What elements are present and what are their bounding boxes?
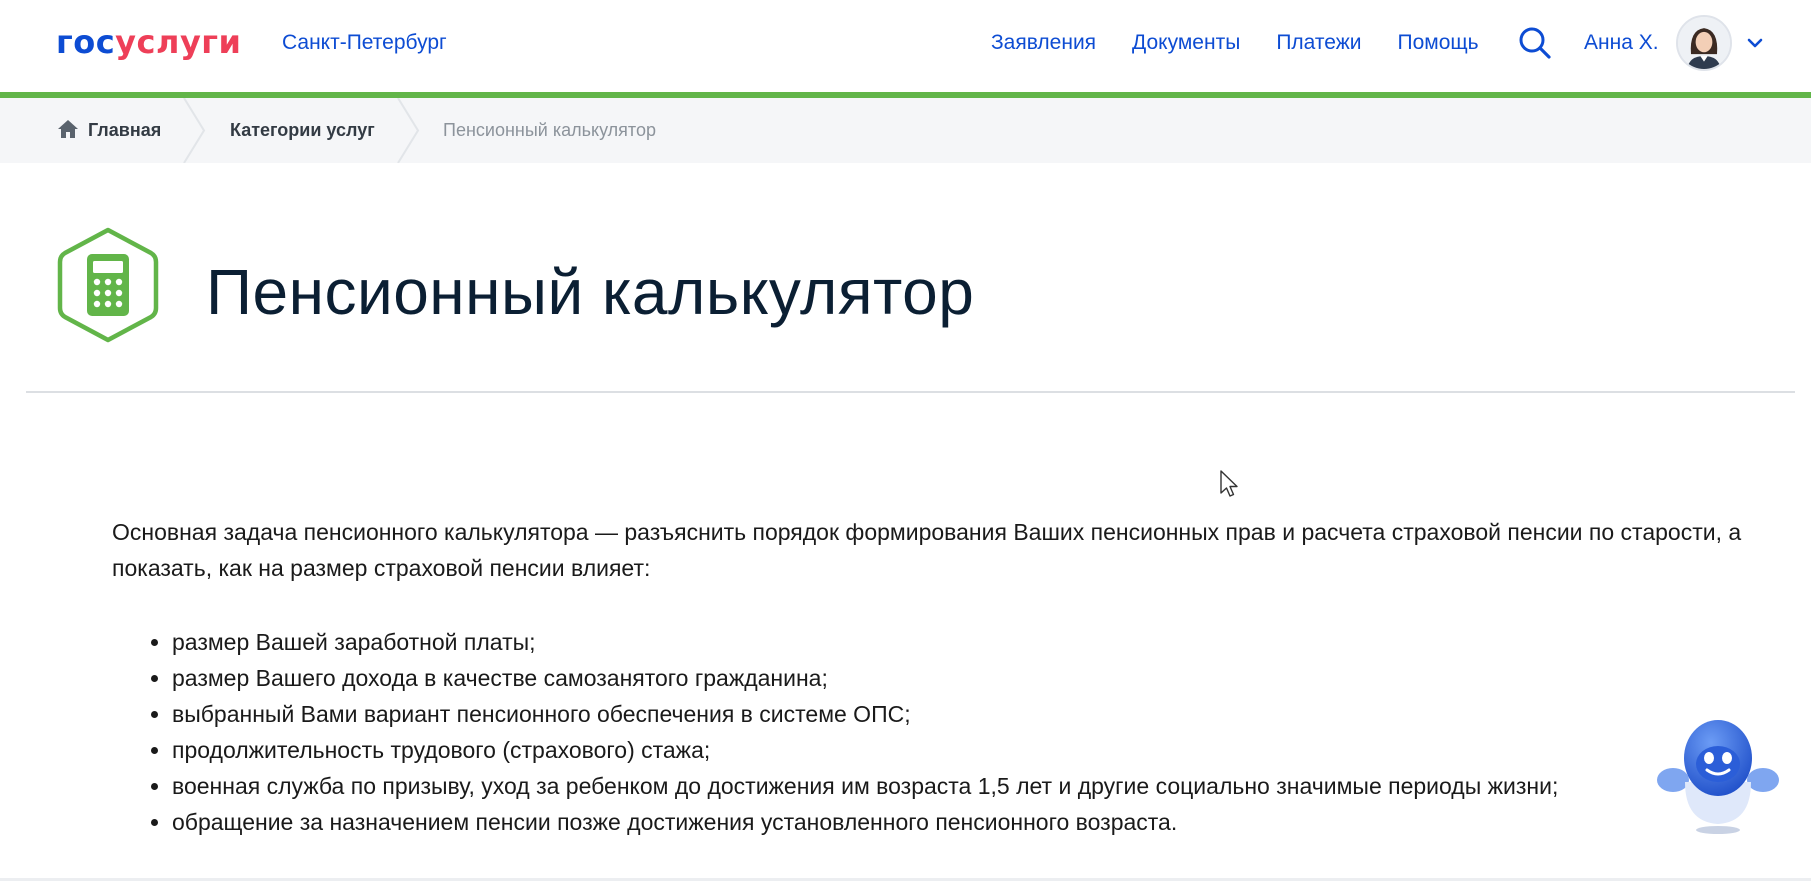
intro-line-1: Основная задача пенсионного калькулятора… bbox=[112, 519, 1742, 545]
user-name[interactable]: Анна Х. bbox=[1584, 29, 1659, 57]
title-divider bbox=[26, 391, 1795, 393]
gosuslugi-logo[interactable]: госуслуги bbox=[56, 22, 241, 62]
breadcrumb: Главная Категории услуг Пенсионный кальк… bbox=[0, 98, 1811, 163]
breadcrumb-categories[interactable]: Категории услуг bbox=[230, 98, 375, 163]
calculator-icon bbox=[57, 227, 159, 343]
search-icon[interactable] bbox=[1518, 26, 1552, 60]
main-nav: Заявления Документы Платежи Помощь bbox=[991, 29, 1479, 57]
list-item: военная служба по призыву, уход за ребен… bbox=[172, 768, 1558, 804]
avatar-icon[interactable] bbox=[1676, 15, 1732, 71]
nav-item-applications[interactable]: Заявления bbox=[991, 29, 1096, 57]
list-item: продолжительность трудового (страхового)… bbox=[172, 732, 1558, 768]
page-title: Пенсионный калькулятор bbox=[206, 256, 975, 328]
intro-line-2: показать, как на размер страховой пенсии… bbox=[112, 555, 651, 581]
logo-part-uslugi: услуги bbox=[115, 23, 242, 61]
list-item: выбранный Вами вариант пенсионного обесп… bbox=[172, 696, 1558, 732]
list-item: обращение за назначением пенсии позже до… bbox=[172, 804, 1558, 840]
list-item: размер Вашей заработной платы; bbox=[172, 624, 1558, 660]
breadcrumb-home[interactable]: Главная bbox=[88, 98, 161, 163]
pension-factors-list: размер Вашей заработной платы; размер Ва… bbox=[112, 624, 1558, 840]
breadcrumb-separator bbox=[397, 98, 420, 163]
logo-part-gos: гос bbox=[56, 23, 116, 61]
nav-item-documents[interactable]: Документы bbox=[1132, 29, 1240, 57]
intro-text: Основная задача пенсионного калькулятора… bbox=[112, 514, 1811, 586]
nav-item-payments[interactable]: Платежи bbox=[1276, 29, 1361, 57]
home-icon[interactable] bbox=[57, 118, 79, 140]
nav-item-help[interactable]: Помощь bbox=[1397, 29, 1478, 57]
robot-assistant-icon[interactable] bbox=[1655, 712, 1781, 838]
breadcrumb-separator bbox=[183, 98, 206, 163]
site-header: госуслуги Санкт-Петербург Заявления Доку… bbox=[0, 0, 1811, 92]
breadcrumb-current: Пенсионный калькулятор bbox=[443, 120, 656, 140]
chevron-down-icon[interactable] bbox=[1744, 32, 1766, 54]
mouse-cursor-icon bbox=[1220, 470, 1238, 497]
region-selector[interactable]: Санкт-Петербург bbox=[282, 29, 447, 57]
list-item: размер Вашего дохода в качестве самозаня… bbox=[172, 660, 1558, 696]
